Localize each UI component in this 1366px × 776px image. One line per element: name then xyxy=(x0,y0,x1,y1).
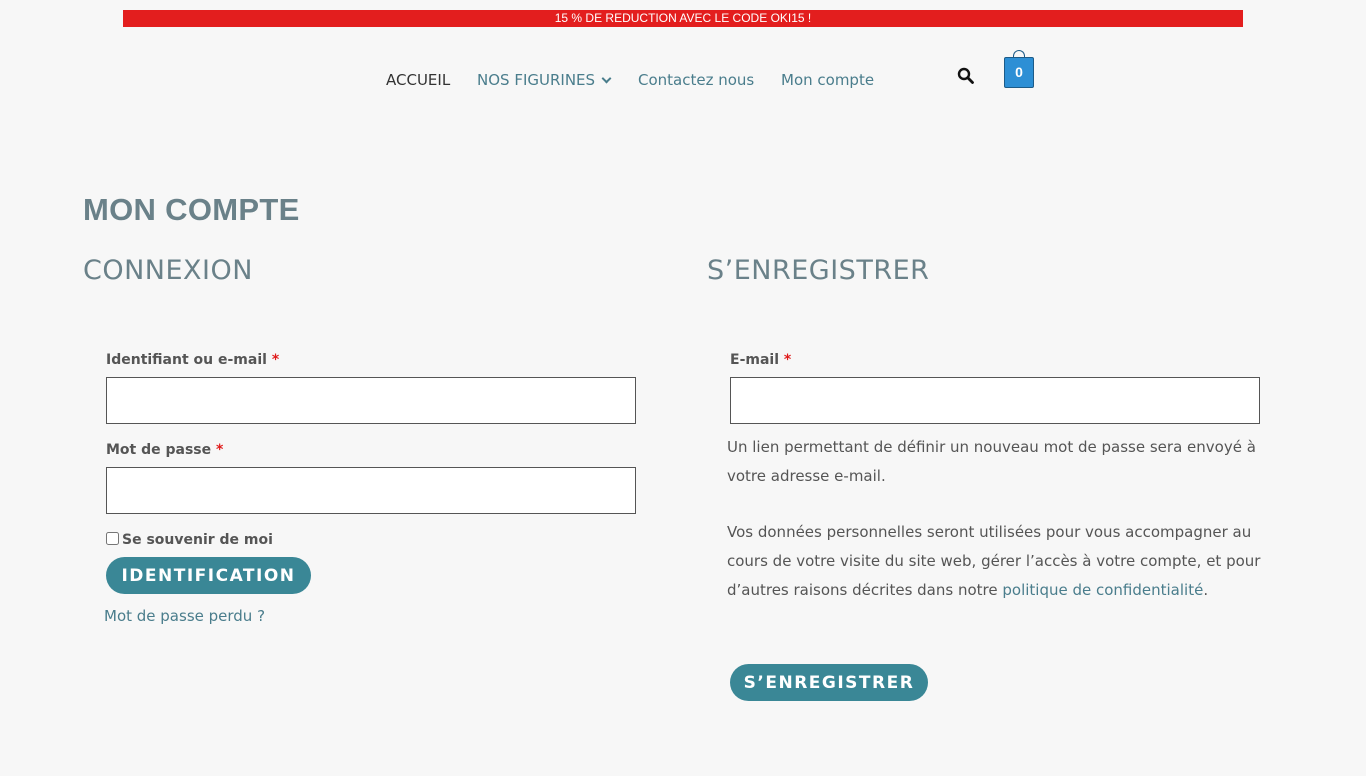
username-label: Identifiant ou e-mail * xyxy=(106,352,279,368)
search-button[interactable] xyxy=(957,67,975,85)
cart-button[interactable]: 0 xyxy=(1004,50,1034,88)
promo-banner: 15 % DE REDUCTION AVEC LE CODE OKI15 ! xyxy=(123,10,1243,27)
password-label: Mot de passe * xyxy=(106,442,223,458)
nav-item-label: NOS FIGURINES xyxy=(477,71,596,89)
email-label-text: E-mail xyxy=(730,352,780,368)
nav-item-contactez-nous[interactable]: Contactez nous xyxy=(638,70,754,90)
login-button[interactable]: IDENTIFICATION xyxy=(106,557,311,594)
nav-item-accueil[interactable]: ACCUEIL xyxy=(386,70,450,90)
register-button[interactable]: S’ENREGISTRER xyxy=(730,664,928,701)
password-info-text: Un lien permettant de définir un nouveau… xyxy=(727,438,1256,485)
main-navigation: ACCUEIL NOS FIGURINES Contactez nous Mon… xyxy=(0,70,1366,90)
page-title: MON COMPTE xyxy=(83,192,300,227)
lost-password-link[interactable]: Mot de passe perdu ? xyxy=(104,607,265,625)
search-icon xyxy=(957,67,974,84)
cart-count: 0 xyxy=(1004,57,1034,88)
required-mark: * xyxy=(783,352,792,368)
privacy-end: . xyxy=(1203,581,1209,599)
remember-me-checkbox[interactable] xyxy=(106,532,119,545)
privacy-notice: Vos données personnelles seront utilisée… xyxy=(727,518,1267,605)
required-mark: * xyxy=(216,442,224,458)
privacy-policy-link[interactable]: politique de confidentialité xyxy=(1002,581,1203,599)
register-heading: S’ENREGISTRER xyxy=(707,255,930,286)
password-input[interactable] xyxy=(106,467,636,514)
username-input[interactable] xyxy=(106,377,636,424)
required-mark: * xyxy=(271,352,280,368)
email-label: E-mail * xyxy=(730,352,791,368)
email-input[interactable] xyxy=(730,377,1260,424)
remember-me-label: Se souvenir de moi xyxy=(122,532,273,548)
nav-item-nos-figurines[interactable]: NOS FIGURINES xyxy=(477,70,612,90)
password-label-text: Mot de passe xyxy=(106,442,212,458)
nav-item-mon-compte[interactable]: Mon compte xyxy=(781,70,874,90)
username-label-text: Identifiant ou e-mail xyxy=(106,352,267,368)
login-heading: CONNEXION xyxy=(83,255,253,286)
chevron-down-icon xyxy=(601,73,612,84)
remember-me: Se souvenir de moi xyxy=(106,532,273,548)
